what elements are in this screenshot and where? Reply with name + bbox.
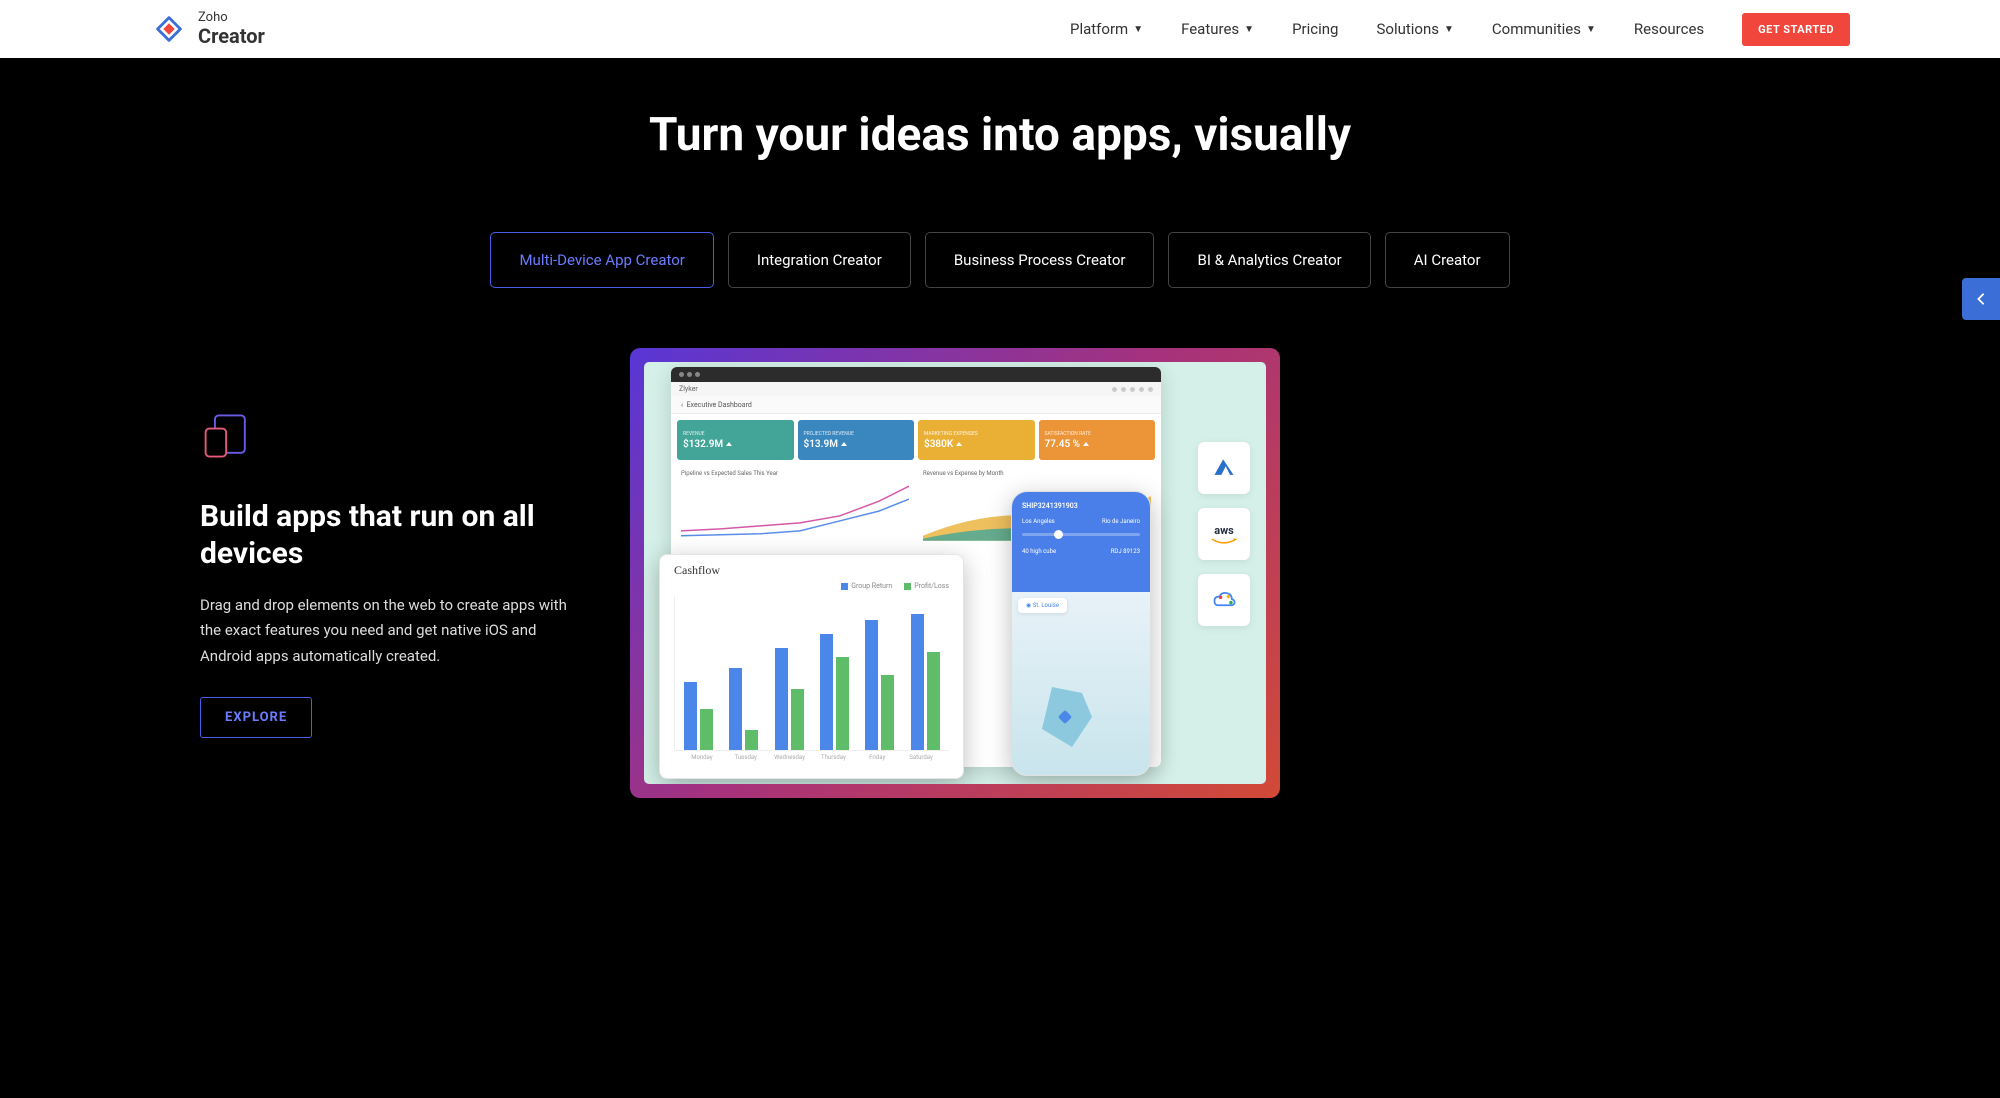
app-header: Zlyker	[671, 382, 1161, 396]
metric-projected: PROJECTED REVENUE$13.9M	[798, 420, 915, 460]
nav-solutions[interactable]: Solutions▼	[1376, 20, 1453, 38]
cashflow-bar-chart	[674, 596, 949, 751]
bar	[881, 675, 894, 750]
trend-up-icon	[1083, 442, 1089, 446]
hero-section: Turn your ideas into apps, visually Mult…	[0, 58, 2000, 858]
bar	[911, 614, 924, 750]
tab-ai-creator[interactable]: AI Creator	[1385, 232, 1510, 288]
metric-satisfaction: SATISFACTION RATE77.45 %	[1039, 420, 1156, 460]
bar	[865, 620, 878, 750]
feature-description: Drag and drop elements on the web to cre…	[200, 593, 590, 670]
bar-group	[772, 648, 807, 750]
bar-chart-labels: MondayTuesdayWednesdayThursdayFridaySatu…	[674, 751, 949, 761]
nav-features[interactable]: Features▼	[1181, 20, 1254, 38]
main-header: Zoho Creator Platform▼ Features▼ Pricing…	[0, 0, 2000, 58]
gcp-icon	[1198, 574, 1250, 626]
mockup-column: Zlyker ‹ Executive Dashboard REVENUE$132…	[630, 348, 1800, 798]
side-drawer-toggle[interactable]	[1962, 278, 2000, 320]
bar-group	[862, 620, 897, 750]
nav-pricing[interactable]: Pricing	[1292, 20, 1338, 38]
nav-communities[interactable]: Communities▼	[1492, 20, 1596, 38]
bar	[791, 689, 804, 750]
tab-business-process[interactable]: Business Process Creator	[925, 232, 1155, 288]
progress-bar	[1022, 533, 1140, 536]
tablet-mockup: Cashflow Group Return Profit/Loss Monday…	[659, 554, 964, 779]
mockup-background: Zlyker ‹ Executive Dashboard REVENUE$132…	[644, 362, 1266, 784]
trend-up-icon	[841, 442, 847, 446]
bar-group	[681, 682, 716, 750]
get-started-button[interactable]: GET STARTED	[1742, 13, 1850, 46]
devices-icon	[200, 408, 590, 468]
phone-mockup: SHIP3241391903 Los AngelesRio de Janeiro…	[1011, 491, 1151, 776]
explore-button[interactable]: EXPLORE	[200, 697, 312, 738]
azure-icon	[1198, 442, 1250, 494]
metrics-row: REVENUE$132.9M PROJECTED REVENUE$13.9M M…	[671, 414, 1161, 466]
chevron-down-icon: ▼	[1133, 24, 1143, 35]
nav-platform[interactable]: Platform▼	[1070, 20, 1143, 38]
tablet-chart-title: Cashflow	[674, 563, 949, 578]
bar-group	[908, 614, 943, 750]
chevron-left-icon	[1974, 292, 1988, 306]
mockup-frame: Zlyker ‹ Executive Dashboard REVENUE$132…	[630, 348, 1280, 798]
feature-tabs: Multi-Device App Creator Integration Cre…	[0, 232, 2000, 288]
bar	[684, 682, 697, 750]
bar	[836, 657, 849, 750]
aws-icon: aws	[1198, 508, 1250, 560]
dashboard-tab-bar: ‹ Executive Dashboard	[671, 396, 1161, 414]
logo[interactable]: Zoho Creator	[150, 10, 265, 48]
window-control-icon	[679, 372, 684, 377]
window-control-icon	[695, 372, 700, 377]
main-nav: Platform▼ Features▼ Pricing Solutions▼ C…	[1070, 13, 1850, 46]
bar	[729, 668, 742, 750]
chevron-down-icon: ▼	[1244, 24, 1254, 35]
window-control-icon	[687, 372, 692, 377]
logo-line2: Creator	[198, 25, 265, 47]
tab-multi-device[interactable]: Multi-Device App Creator	[490, 232, 713, 288]
browser-title-bar	[671, 367, 1161, 382]
logo-text: Zoho Creator	[198, 11, 265, 47]
bar	[700, 709, 713, 750]
hero-title: Turn your ideas into apps, visually	[0, 108, 2000, 162]
bar-group	[726, 668, 761, 750]
chevron-down-icon: ▼	[1586, 24, 1596, 35]
metric-revenue: REVENUE$132.9M	[677, 420, 794, 460]
trend-up-icon	[956, 442, 962, 446]
trend-up-icon	[726, 442, 732, 446]
bar	[775, 648, 788, 750]
feature-title: Build apps that run on all devices	[200, 498, 590, 573]
bar	[820, 634, 833, 750]
nav-resources[interactable]: Resources	[1634, 20, 1704, 38]
chart-pipeline: Pipeline vs Expected Sales This Year	[677, 466, 913, 546]
bar	[745, 730, 758, 750]
bar	[927, 652, 940, 750]
cloud-provider-icons: aws	[1198, 442, 1250, 626]
phone-map: ◉ St. Louise	[1012, 592, 1150, 776]
logo-icon	[150, 10, 188, 48]
map-location-card: ◉ St. Louise	[1018, 598, 1067, 613]
phone-header: SHIP3241391903 Los AngelesRio de Janeiro…	[1012, 492, 1150, 592]
chart-legend: Group Return Profit/Loss	[674, 582, 949, 590]
logo-line1: Zoho	[198, 11, 265, 25]
tab-bi-analytics[interactable]: BI & Analytics Creator	[1168, 232, 1370, 288]
bar-group	[817, 634, 852, 750]
tab-integration[interactable]: Integration Creator	[728, 232, 911, 288]
feature-text-column: Build apps that run on all devices Drag …	[200, 408, 590, 739]
metric-expenses: MARKETING EXPENSES$380K	[918, 420, 1035, 460]
chevron-down-icon: ▼	[1444, 24, 1454, 35]
